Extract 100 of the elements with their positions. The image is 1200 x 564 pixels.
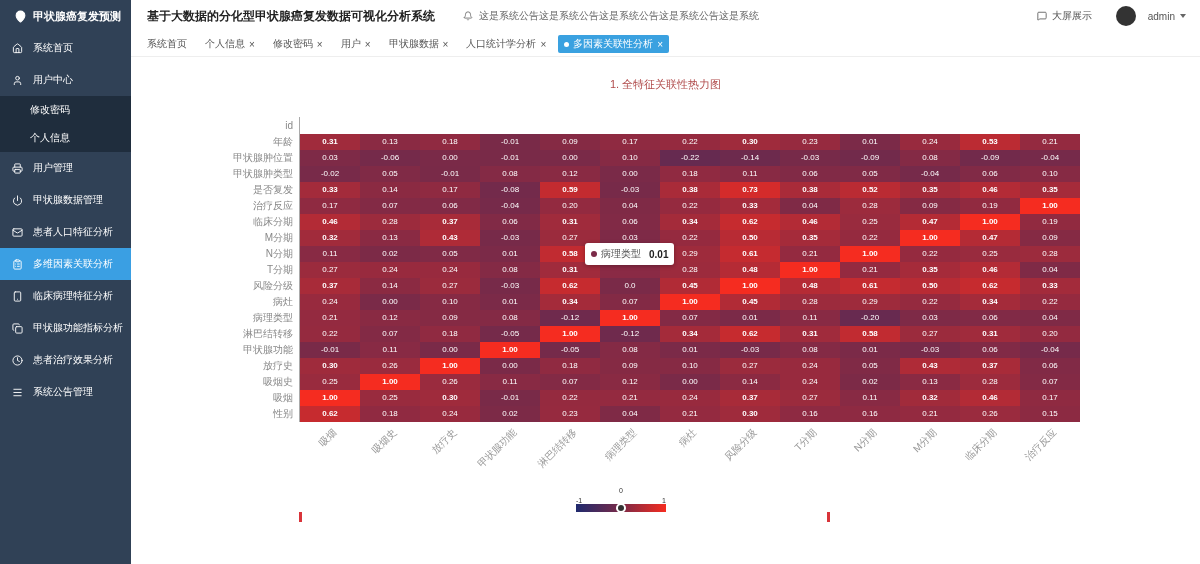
menu-icon bbox=[12, 194, 23, 206]
heatmap-cell: 0.34 bbox=[540, 294, 600, 310]
heatmap-cell: 0.58 bbox=[840, 326, 900, 342]
sidebar-subitem[interactable]: 修改密码 bbox=[0, 96, 131, 124]
heatmap-cell: 0.62 bbox=[960, 278, 1020, 294]
heatmap-cell: 0.00 bbox=[360, 294, 420, 310]
heatmap-cell: -0.04 bbox=[1020, 342, 1080, 358]
sidebar-item[interactable]: 患者治疗效果分析 bbox=[0, 344, 131, 376]
heatmap-cell: 0.25 bbox=[360, 390, 420, 406]
sidebar-item[interactable]: 系统首页 bbox=[0, 32, 131, 64]
heatmap-cell: 0.62 bbox=[540, 278, 600, 294]
heatmap-cell: 0.12 bbox=[540, 166, 600, 182]
heatmap-cell: 0.45 bbox=[660, 278, 720, 294]
sidebar-item[interactable]: 系统公告管理 bbox=[0, 376, 131, 408]
heatmap-cell: 0.06 bbox=[1020, 358, 1080, 374]
series-dot bbox=[591, 251, 597, 257]
heatmap-cell: 1.00 bbox=[420, 358, 480, 374]
heatmap-cell: 0.21 bbox=[600, 390, 660, 406]
heatmap-cell: 0.46 bbox=[780, 214, 840, 230]
menu-icon bbox=[12, 226, 23, 238]
heatmap-cell: -0.22 bbox=[660, 150, 720, 166]
heatmap-cell: 0.17 bbox=[420, 182, 480, 198]
heatmap-cell: -0.03 bbox=[480, 230, 540, 246]
heatmap-cell: 0.31 bbox=[540, 262, 600, 278]
heatmap-cell: 0.22 bbox=[900, 294, 960, 310]
heatmap-cell: 0.28 bbox=[780, 294, 840, 310]
heatmap-cell: 0.18 bbox=[540, 358, 600, 374]
heatmap-cell: 0.08 bbox=[780, 342, 840, 358]
sidebar-item[interactable]: 患者人口特征分析 bbox=[0, 216, 131, 248]
heatmap-cell: 0.03 bbox=[300, 150, 360, 166]
axis-label: id bbox=[180, 117, 300, 134]
heatmap-cell: 0.19 bbox=[960, 198, 1020, 214]
heatmap-cell: -0.03 bbox=[600, 182, 660, 198]
tab[interactable]: 用户 × bbox=[334, 35, 377, 53]
sidebar-item[interactable]: 甲状腺数据管理 bbox=[0, 184, 131, 216]
heatmap-cell: 0.26 bbox=[960, 406, 1020, 422]
heatmap-cell: -0.09 bbox=[840, 150, 900, 166]
heatmap-cell: 0.12 bbox=[360, 310, 420, 326]
heatmap-cell: 0.62 bbox=[300, 406, 360, 422]
heatmap-cell: 0.38 bbox=[660, 182, 720, 198]
sidebar-item[interactable]: 用户管理 bbox=[0, 152, 131, 184]
color-scale[interactable] bbox=[576, 504, 666, 512]
heatmap-cell: 0.34 bbox=[660, 326, 720, 342]
heatmap-cell: 0.28 bbox=[360, 214, 420, 230]
menu-icon bbox=[12, 74, 23, 86]
heatmap-cell: 0.21 bbox=[840, 262, 900, 278]
heatmap-cell: 0.16 bbox=[780, 406, 840, 422]
heatmap-cell: 0.13 bbox=[360, 134, 420, 150]
heatmap-cell: 1.00 bbox=[1020, 198, 1080, 214]
menu-icon bbox=[12, 162, 23, 174]
heatmap-cell: 0.43 bbox=[420, 230, 480, 246]
heatmap-cell: 0.27 bbox=[720, 358, 780, 374]
heatmap-cell: -0.05 bbox=[480, 326, 540, 342]
axis-label: T分期 bbox=[791, 426, 820, 455]
heatmap-cell: 0.35 bbox=[900, 182, 960, 198]
heatmap-cell: 0.00 bbox=[660, 374, 720, 390]
tab[interactable]: 个人信息 × bbox=[199, 35, 261, 53]
heatmap-cell: 0.27 bbox=[420, 278, 480, 294]
heatmap-cell: 0.08 bbox=[600, 342, 660, 358]
heatmap-cell: 0.32 bbox=[300, 230, 360, 246]
axis-label: 甲状腺功能 bbox=[474, 426, 520, 472]
scale-handle[interactable] bbox=[616, 503, 626, 513]
heatmap-cell: -0.03 bbox=[780, 150, 840, 166]
tab[interactable]: 修改密码 × bbox=[266, 35, 329, 53]
sidebar-item[interactable]: 甲状腺功能指标分析 bbox=[0, 312, 131, 344]
heatmap-cell: 1.00 bbox=[300, 390, 360, 406]
heatmap-cell: 0.22 bbox=[540, 390, 600, 406]
heatmap-cell: 0.08 bbox=[480, 310, 540, 326]
sidebar-item[interactable]: 临床病理特征分析 bbox=[0, 280, 131, 312]
heatmap-cell: 0.00 bbox=[480, 358, 540, 374]
heatmap-cell: 0.17 bbox=[1020, 390, 1080, 406]
heatmap-cell: 0.20 bbox=[1020, 326, 1080, 342]
tab[interactable]: 系统首页 bbox=[141, 35, 193, 53]
tab[interactable]: 人口统计学分析 × bbox=[460, 35, 553, 53]
menu-icon bbox=[12, 322, 23, 334]
fullscreen-button[interactable]: 大屏展示 bbox=[1036, 9, 1092, 23]
heatmap-cell: -0.01 bbox=[420, 166, 480, 182]
heatmap-cell: 0.06 bbox=[480, 214, 540, 230]
heatmap-cell: 0.24 bbox=[360, 262, 420, 278]
heatmap-cell: 0.30 bbox=[720, 134, 780, 150]
user-menu[interactable]: admin bbox=[1147, 10, 1186, 22]
heatmap-cell: 1.00 bbox=[660, 294, 720, 310]
heatmap-cell: 1.00 bbox=[840, 246, 900, 262]
heatmap-cell: 0.10 bbox=[660, 358, 720, 374]
heatmap-cell: 0.07 bbox=[1020, 374, 1080, 390]
sidebar-subitem[interactable]: 个人信息 bbox=[0, 124, 131, 152]
heatmap-cell: 0.17 bbox=[300, 198, 360, 214]
heatmap-cell: 0.24 bbox=[900, 134, 960, 150]
axis-label: 治疗反应 bbox=[1021, 426, 1060, 465]
heatmap-cell: 0.37 bbox=[420, 214, 480, 230]
heatmap-cell: 0.07 bbox=[660, 310, 720, 326]
caret-icon bbox=[1180, 14, 1186, 18]
tab[interactable]: 甲状腺数据 × bbox=[382, 35, 455, 53]
heatmap-cell: 0.21 bbox=[1020, 134, 1080, 150]
sidebar-item[interactable]: 用户中心 bbox=[0, 64, 131, 96]
heatmap-cell: -0.01 bbox=[480, 390, 540, 406]
avatar[interactable] bbox=[1115, 6, 1136, 26]
heatmap-cell: 0.19 bbox=[1020, 214, 1080, 230]
heatmap-cell: 0.28 bbox=[660, 262, 720, 278]
menu-icon bbox=[12, 258, 23, 270]
